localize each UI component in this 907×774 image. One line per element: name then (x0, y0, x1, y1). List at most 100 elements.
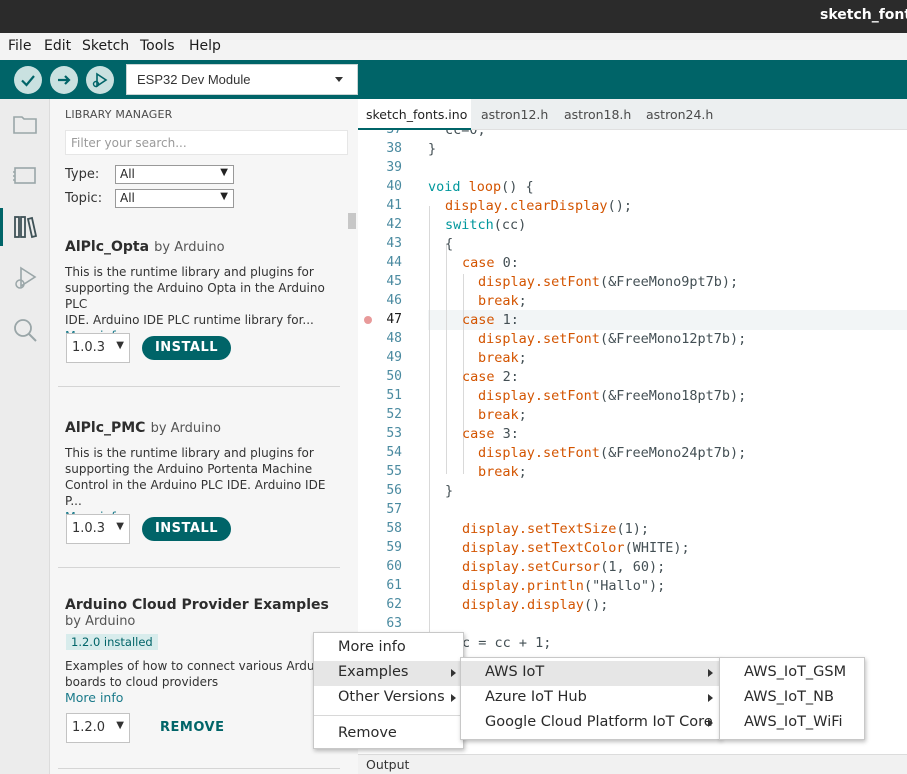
debug-side-icon[interactable] (11, 264, 39, 292)
menu-item-google-cloud-iot[interactable]: Google Cloud Platform IoT Core (461, 711, 720, 736)
menu-item-remove[interactable]: Remove (314, 722, 463, 747)
code-line: display.setTextColor(WHITE); (462, 540, 690, 556)
code-function: setTextSize (527, 521, 617, 537)
desc-line: This is the runtime library and plugins … (65, 265, 314, 279)
aws-iot-submenu: AWS_IoT_GSM AWS_IoT_NB AWS_IoT_WiFi (719, 657, 865, 740)
code-line: switch(cc) (445, 217, 526, 233)
code-text: (); (583, 597, 609, 613)
install-button[interactable]: INSTALL (142, 336, 231, 360)
chevron-down-icon: ▼ (116, 720, 124, 731)
code-line: break; (478, 293, 527, 309)
desc-line: Control in the Arduino PLC IDE. Arduino … (65, 478, 326, 508)
verify-button[interactable] (14, 66, 42, 94)
indent-guide (446, 244, 447, 474)
version-value: 1.2.0 (72, 720, 106, 735)
library-item: AlPlc_PMC by Arduino This is the runtime… (65, 417, 340, 524)
desc-line: supporting the Arduino Opta in the Ardui… (65, 281, 325, 311)
menu-item-azure-iot-hub[interactable]: Azure IoT Hub (461, 686, 720, 711)
upload-button[interactable] (50, 66, 78, 94)
type-select[interactable]: All ▼ (115, 165, 234, 184)
code-text: (&FreeMono9pt7b); (599, 274, 739, 290)
code-line: void loop() { (428, 179, 534, 195)
library-item: Arduino Cloud Provider Examples by Ardui… (65, 597, 340, 629)
code-keyword: case (462, 255, 495, 271)
chevron-right-icon (451, 669, 456, 677)
folder-icon[interactable] (11, 110, 39, 138)
line-number: 48 (386, 331, 402, 346)
remove-button[interactable]: REMOVE (160, 720, 224, 735)
tab-sketch-fonts[interactable]: sketch_fonts.ino (358, 99, 471, 130)
code-function: println (527, 578, 584, 594)
menu-item-other-versions[interactable]: Other Versions (314, 686, 463, 711)
version-select[interactable]: 1.0.3 ▼ (66, 514, 130, 544)
board-icon[interactable] (11, 161, 39, 189)
line-number: 38 (386, 141, 402, 156)
menu-item-examples[interactable]: Examples (314, 661, 463, 686)
code-keyword: case (462, 312, 495, 328)
output-panel[interactable]: Output (358, 754, 907, 774)
library-icon[interactable] (11, 213, 39, 241)
topic-select[interactable]: All ▼ (115, 189, 234, 208)
menu-help[interactable]: Help (189, 38, 221, 54)
library-manager-panel: LIBRARY MANAGER Type: All ▼ Topic: All ▼… (50, 99, 358, 774)
tab-astron18[interactable]: astron18.h (564, 99, 631, 130)
code-object: display. (478, 445, 544, 461)
context-menu: More info Examples Other Versions Remove (313, 632, 464, 749)
debug-button[interactable] (86, 66, 114, 94)
menu-item-label: Azure IoT Hub (485, 689, 587, 705)
chevron-right-icon (708, 719, 713, 727)
tab-astron12[interactable]: astron12.h (481, 99, 548, 130)
code-object: display. (462, 540, 528, 556)
debug-icon (92, 72, 108, 88)
code-object: display. (478, 331, 544, 347)
board-selector[interactable]: ESP32 Dev Module (126, 64, 358, 95)
menu-item-label: AWS_IoT_NB (744, 689, 834, 705)
library-description: This is the runtime library and plugins … (65, 445, 340, 509)
line-number: 57 (386, 502, 402, 517)
version-select[interactable]: 1.2.0 ▼ (66, 713, 130, 743)
search-input[interactable] (66, 131, 347, 154)
library-name: AlPlc_PMC (65, 420, 146, 436)
menu-item-aws-iot-nb[interactable]: AWS_IoT_NB (720, 686, 864, 711)
code-line: cc=0; (445, 130, 486, 138)
tab-astron24[interactable]: astron24.h (646, 99, 713, 130)
code-line: case 0: (462, 255, 519, 271)
more-info-link[interactable]: More info (65, 690, 340, 705)
line-number: 62 (386, 597, 402, 612)
version-select[interactable]: 1.0.3 ▼ (66, 333, 130, 363)
arrow-right-icon (58, 75, 71, 85)
menu-sketch[interactable]: Sketch (82, 38, 129, 54)
install-button[interactable]: INSTALL (142, 517, 231, 541)
menu-file[interactable]: File (8, 38, 31, 54)
menu-item-label: Google Cloud Platform IoT Core (485, 714, 713, 730)
code-line: display.setFont(&FreeMono12pt7b); (478, 331, 746, 347)
line-number: 55 (386, 464, 402, 479)
menu-item-aws-iot-gsm[interactable]: AWS_IoT_GSM (720, 661, 864, 686)
menu-tools[interactable]: Tools (140, 38, 175, 54)
code-line: display.setFont(&FreeMono18pt7b); (478, 388, 746, 404)
version-value: 1.0.3 (72, 521, 106, 536)
code-line: } (428, 141, 437, 157)
chevron-down-icon: ▼ (116, 521, 124, 532)
library-item: AlPlc_Opta by Arduino This is the runtim… (65, 236, 340, 343)
topic-value: All (120, 191, 135, 205)
scrollbar-thumb[interactable] (348, 213, 356, 229)
code-text: 0: (494, 255, 519, 271)
chevron-right-icon (708, 669, 713, 677)
code-text: ; (518, 464, 527, 480)
library-author: by Arduino (154, 240, 225, 255)
divider (58, 567, 340, 568)
menu-item-aws-iot[interactable]: AWS IoT (461, 661, 720, 686)
type-label: Type: (65, 167, 100, 182)
menu-item-label: AWS IoT (485, 664, 545, 680)
menu-edit[interactable]: Edit (44, 38, 71, 54)
menu-item-aws-iot-wifi[interactable]: AWS_IoT_WiFi (720, 711, 864, 736)
code-object: display. (478, 274, 544, 290)
search-icon[interactable] (11, 316, 39, 344)
menu-item-label: Examples (338, 664, 409, 680)
divider (58, 768, 340, 769)
chevron-right-icon (708, 694, 713, 702)
code-object: display. (462, 559, 528, 575)
menu-item-more-info[interactable]: More info (314, 636, 463, 661)
code-line: c = cc + 1; (462, 635, 552, 651)
